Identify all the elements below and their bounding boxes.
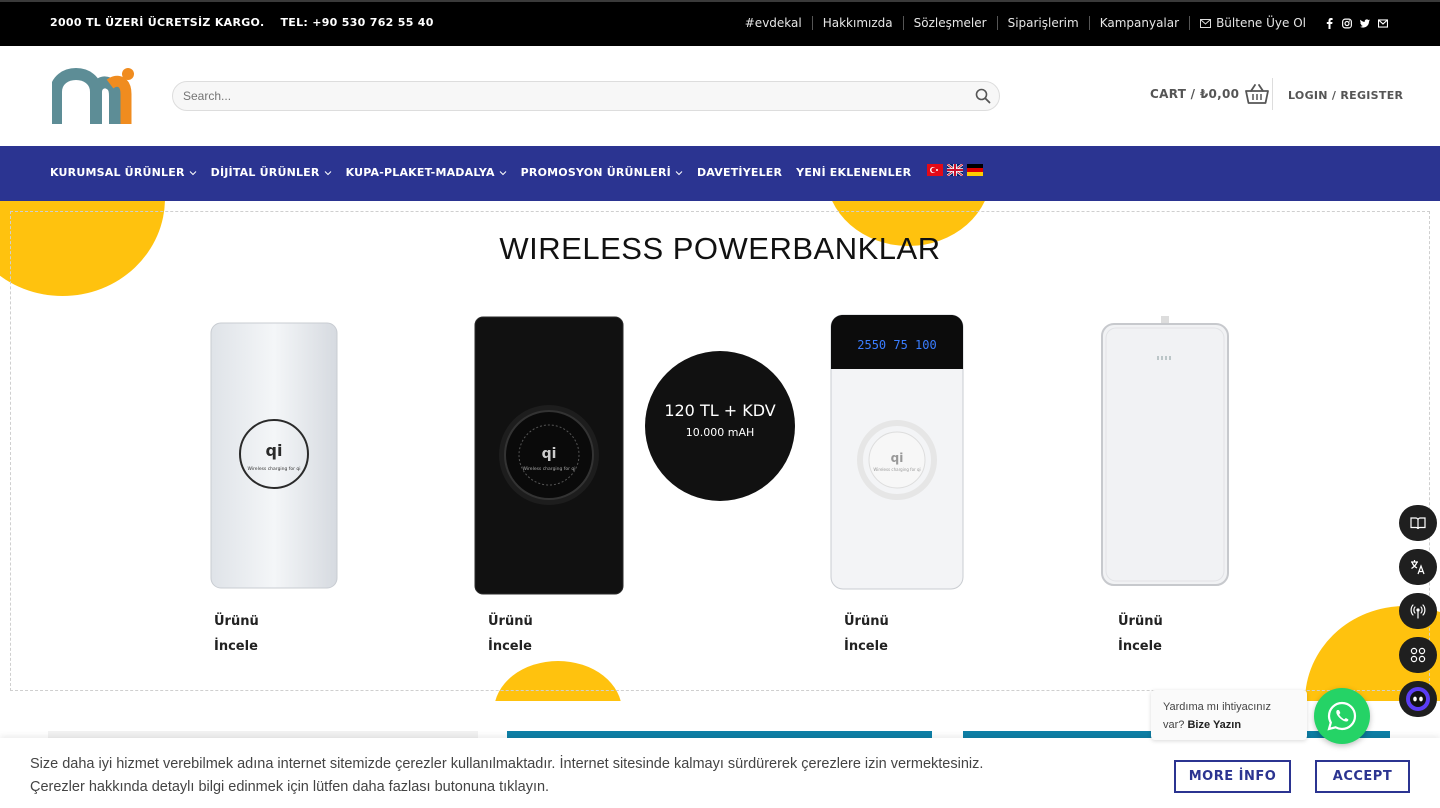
section-title: WIRELESS POWERBANKLAR: [499, 231, 941, 266]
chevron-down-icon: [675, 170, 683, 175]
product-image[interactable]: qi Wireless charging for qi: [474, 316, 624, 595]
nav-item-davetiyeler[interactable]: DAVETİYELER: [697, 166, 782, 179]
product-link-line: İncele: [214, 639, 258, 654]
turkish-flag-icon[interactable]: [927, 163, 944, 176]
nav-label: DİJİTAL ÜRÜNLER: [210, 166, 320, 179]
uk-flag-icon[interactable]: [947, 163, 964, 176]
podcast-tool-button[interactable]: [1399, 593, 1437, 629]
whatsapp-button[interactable]: [1314, 688, 1370, 744]
book-icon: [1410, 517, 1426, 530]
mail-icon[interactable]: [1378, 18, 1388, 28]
price-badge: 120 TL + KDV 10.000 mAH: [645, 351, 795, 501]
top-link-evdekal[interactable]: #evdekal: [735, 16, 813, 30]
cookie-text-line: Size daha iyi hizmet verebilmek adına in…: [30, 756, 984, 772]
facebook-icon[interactable]: [1324, 17, 1334, 29]
top-link-agreements[interactable]: Sözleşmeler: [904, 16, 998, 30]
product-image[interactable]: qi Wireless charging for qi: [210, 322, 338, 589]
svg-text:Wireless charging for qi: Wireless charging for qi: [247, 466, 300, 472]
cart-link[interactable]: CART / ₺0,00: [1150, 84, 1270, 104]
nav-item-promosyon[interactable]: PROMOSYON ÜRÜNLERİ: [521, 166, 683, 179]
nav-item-kupa[interactable]: KUPA-PLAKET-MADALYA: [346, 166, 507, 179]
search-input[interactable]: [173, 82, 933, 110]
product-link[interactable]: Ürünü İncele: [1118, 609, 1163, 659]
svg-text:2550 75 100: 2550 75 100: [857, 338, 936, 352]
apps-tool-button[interactable]: [1399, 637, 1437, 673]
header-divider: [1272, 78, 1273, 110]
svg-text:Wireless charging for qi: Wireless charging for qi: [522, 466, 575, 472]
phone-text: TEL: +90 530 762 55 40: [280, 16, 434, 29]
grid-icon: [1410, 647, 1426, 663]
more-info-button[interactable]: MORE İNFO: [1174, 760, 1291, 793]
chat-prompt-bubble[interactable]: Yardıma mı ihtiyacınız var? Bize Yazın: [1151, 690, 1307, 740]
cart-label: CART / ₺0,00: [1150, 87, 1240, 101]
chevron-down-icon: [189, 170, 196, 175]
product-link-line: Ürünü: [214, 614, 259, 629]
whatsapp-icon: [1327, 701, 1357, 731]
top-link-campaigns[interactable]: Kampanyalar: [1090, 16, 1191, 30]
cookie-text-line: Çerezler hakkında detaylı bilgi edinmek …: [30, 779, 550, 795]
nav-label: PROMOSYON ÜRÜNLERİ: [520, 166, 671, 179]
product-link[interactable]: Ürünü İncele: [844, 609, 889, 659]
svg-text:Wireless charging for qi: Wireless charging for qi: [873, 467, 920, 472]
envelope-icon: [1200, 18, 1212, 28]
login-register-link[interactable]: LOGIN / REGISTER: [1288, 89, 1403, 102]
assistant-face-icon: [1406, 687, 1430, 711]
product-link-line: İncele: [844, 639, 888, 654]
main-nav: KURUMSAL ÜRÜNLER DİJİTAL ÜRÜNLER KUPA-PL…: [0, 146, 1440, 201]
product-image[interactable]: [1101, 316, 1229, 586]
product-link-line: Ürünü: [1118, 614, 1163, 629]
svg-text:qi: qi: [266, 441, 283, 460]
product-link-line: Ürünü: [488, 614, 533, 629]
german-flag-icon[interactable]: [967, 163, 984, 176]
top-bar: 2000 TL ÜZERİ ÜCRETSİZ KARGO. TEL: +90 5…: [0, 0, 1440, 46]
search-box: [172, 81, 1000, 111]
instagram-icon[interactable]: [1342, 18, 1352, 28]
wireless-powerbank-section: WIRELESS POWERBANKLAR qi Wireless chargi…: [0, 201, 1440, 701]
product-image[interactable]: 2550 75 100 qi Wireless charging for qi: [830, 314, 964, 590]
cookie-text: Size daha iyi hizmet verebilmek adına in…: [30, 753, 983, 799]
svg-text:qi: qi: [891, 451, 904, 465]
chevron-down-icon: [499, 170, 507, 175]
site-logo[interactable]: [50, 66, 138, 126]
svg-text:qi: qi: [542, 446, 557, 462]
site-header: CART / ₺0,00 LOGIN / REGISTER: [0, 46, 1440, 146]
product-link-line: Ürünü: [844, 614, 889, 629]
nav-item-yeni[interactable]: YENİ EKLENENLER: [796, 166, 911, 179]
product-link[interactable]: Ürünü İncele: [214, 609, 259, 659]
nav-item-dijital[interactable]: DİJİTAL ÜRÜNLER: [211, 166, 332, 179]
search-icon[interactable]: [975, 88, 991, 104]
shopping-basket-icon: [1245, 84, 1270, 104]
nav-label: KURUMSAL ÜRÜNLER: [50, 166, 185, 179]
capacity-text: 10.000 mAH: [685, 426, 755, 439]
product-link-line: İncele: [488, 639, 532, 654]
language-flags: [927, 160, 984, 179]
nav-label: YENİ EKLENENLER: [796, 166, 912, 179]
product-link-line: İncele: [1118, 639, 1162, 654]
nav-label: KUPA-PLAKET-MADALYA: [345, 166, 495, 179]
newsletter-label: Bültene Üye Ol: [1216, 16, 1306, 30]
free-shipping-text: 2000 TL ÜZERİ ÜCRETSİZ KARGO.: [50, 16, 265, 29]
accept-button[interactable]: ACCEPT: [1315, 760, 1410, 793]
chat-cta-text: Bize Yazın: [1187, 719, 1242, 731]
top-link-about[interactable]: Hakkımızda: [813, 16, 904, 30]
twitter-icon[interactable]: [1360, 18, 1370, 28]
top-link-orders[interactable]: Siparişlerim: [998, 16, 1090, 30]
broadcast-icon: [1410, 604, 1426, 619]
chevron-down-icon: [324, 170, 331, 175]
translate-icon: [1411, 560, 1425, 575]
nav-label: DAVETİYELER: [696, 166, 783, 179]
assistant-tool-button[interactable]: [1399, 681, 1437, 717]
nav-item-kurumsal[interactable]: KURUMSAL ÜRÜNLER: [50, 166, 197, 179]
translate-tool-button[interactable]: [1399, 549, 1437, 585]
reader-tool-button[interactable]: [1399, 505, 1437, 541]
newsletter-link[interactable]: Bültene Üye Ol: [1190, 16, 1316, 30]
cookie-consent-bar: Size daha iyi hizmet verebilmek adına in…: [0, 738, 1440, 808]
price-text: 120 TL + KDV: [664, 401, 776, 420]
product-link[interactable]: Ürünü İncele: [488, 609, 533, 659]
